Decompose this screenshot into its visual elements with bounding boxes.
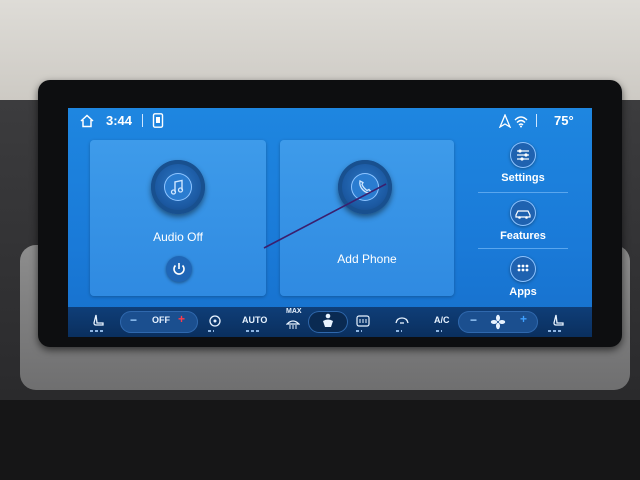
rear-defrost-indicator bbox=[356, 330, 362, 332]
fan-icon bbox=[490, 314, 506, 330]
climate-person-icon bbox=[323, 313, 333, 327]
dashboard-bottom bbox=[0, 400, 640, 480]
fan-recirc-icon[interactable] bbox=[208, 314, 222, 328]
fan-speed-minus[interactable]: − bbox=[470, 313, 477, 327]
screen-crack bbox=[263, 183, 387, 249]
apps-label: Apps bbox=[509, 286, 537, 298]
audio-status-label: Audio Off bbox=[153, 230, 203, 244]
phone-icon[interactable] bbox=[152, 113, 164, 128]
infotainment-screen: 3:44 75° Audio Off Add Phone Settings Fe… bbox=[68, 108, 592, 337]
fan-indicator bbox=[208, 330, 214, 332]
menu-divider bbox=[478, 248, 568, 249]
seat-heat-level bbox=[90, 330, 104, 332]
driver-temp-value: OFF bbox=[152, 315, 170, 325]
menu-divider bbox=[478, 192, 568, 193]
driver-temp-plus[interactable]: + bbox=[178, 312, 185, 326]
outside-temperature: 75° bbox=[554, 113, 574, 128]
auto-indicator bbox=[246, 330, 260, 332]
seat-heat-icon[interactable] bbox=[92, 313, 106, 329]
wifi-icon bbox=[514, 116, 528, 128]
audio-power-button[interactable] bbox=[166, 256, 192, 282]
home-icon[interactable] bbox=[80, 114, 94, 128]
max-defrost-icon[interactable] bbox=[286, 318, 300, 330]
audio-source-button[interactable] bbox=[151, 160, 205, 214]
settings-label: Settings bbox=[501, 172, 545, 184]
ac-indicator bbox=[436, 330, 442, 332]
climate-bar: − OFF + AUTO MAX A/C − + bbox=[68, 307, 592, 337]
status-divider bbox=[536, 114, 537, 127]
music-note-icon bbox=[164, 173, 192, 201]
passenger-seat-icon[interactable] bbox=[552, 313, 566, 329]
settings-sliders-icon bbox=[510, 142, 536, 168]
recirculation-indicator bbox=[396, 330, 402, 332]
status-bar: 3:44 75° bbox=[68, 108, 592, 134]
settings-button[interactable]: Settings bbox=[468, 142, 578, 196]
apps-button[interactable]: Apps bbox=[468, 256, 578, 310]
auto-button[interactable]: AUTO bbox=[242, 315, 267, 325]
driver-temp-minus[interactable]: − bbox=[130, 313, 137, 327]
power-icon bbox=[173, 263, 185, 275]
car-icon bbox=[510, 200, 536, 226]
passenger-seat-level bbox=[548, 330, 562, 332]
ac-button[interactable]: A/C bbox=[434, 315, 450, 325]
clock: 3:44 bbox=[106, 113, 133, 128]
recirculation-icon[interactable] bbox=[394, 315, 410, 327]
max-defrost-label: MAX bbox=[286, 308, 302, 315]
navigation-icon bbox=[498, 114, 512, 128]
apps-grid-icon bbox=[510, 256, 536, 282]
audio-card[interactable]: Audio Off bbox=[90, 140, 266, 296]
status-divider bbox=[142, 114, 143, 127]
features-button[interactable]: Features bbox=[468, 200, 578, 254]
fan-speed-plus[interactable]: + bbox=[520, 312, 527, 326]
features-label: Features bbox=[500, 230, 546, 242]
rear-defrost-icon[interactable] bbox=[356, 315, 370, 327]
